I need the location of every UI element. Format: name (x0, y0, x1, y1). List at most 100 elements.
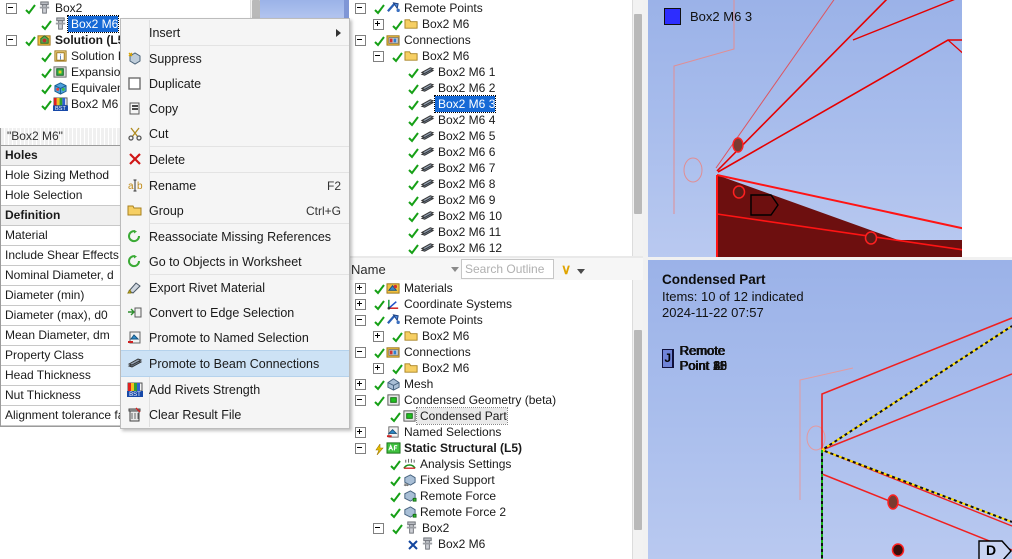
menu-item[interactable]: Go to Objects in Worksheet (121, 249, 349, 274)
expand-toggle[interactable] (373, 18, 384, 30)
tree-row[interactable]: Connections (349, 32, 632, 48)
scrollbar-thumb[interactable] (634, 330, 642, 530)
collapse-toggle[interactable] (355, 2, 366, 14)
collapse-toggle[interactable] (373, 522, 384, 534)
collapse-toggle[interactable] (6, 34, 17, 46)
tree-row[interactable]: Box2 M6 (349, 360, 632, 376)
status-check-icon (41, 19, 52, 31)
tree-row[interactable]: Box2 M6 (349, 536, 632, 552)
connections-icon (386, 33, 401, 47)
menu-item[interactable]: Export Rivet Material (121, 275, 349, 300)
tree-row-label: Box2 M6 12 (438, 241, 503, 255)
tree-row[interactable]: Condensed Part (349, 407, 632, 425)
menu-item-label: Duplicate (149, 76, 202, 91)
tree-row[interactable]: Coordinate Systems (349, 296, 632, 312)
tree-row[interactable]: Box2 M6 (349, 16, 632, 32)
chevron-down-icon[interactable] (451, 266, 459, 272)
tree-row-label: Connections (404, 33, 471, 47)
submenu-arrow-icon[interactable] (336, 29, 341, 37)
tree-row[interactable]: Box2 M6 2 (349, 80, 632, 96)
menu-item[interactable]: BST Add Rivets Strength (121, 377, 349, 402)
tree-row[interactable]: Box2 M6 11 (349, 224, 632, 240)
expand-toggle[interactable] (355, 282, 366, 294)
tree-row[interactable]: Box2 M6 7 (349, 160, 632, 176)
tree-row[interactable]: Box2 M6 1 (349, 64, 632, 80)
condensed-icon (386, 393, 401, 407)
tree-row[interactable]: Box2 M6 (349, 328, 632, 344)
menu-item[interactable]: Insert (121, 20, 349, 45)
menu-item[interactable]: a b Rename F2 (121, 173, 349, 198)
menu-item[interactable]: Promote to Named Selection (121, 325, 349, 350)
collapse-toggle[interactable] (355, 34, 366, 46)
tree-row[interactable]: Box2 (349, 520, 632, 536)
tree-row[interactable]: Remote Points (349, 0, 632, 16)
collapse-toggle[interactable] (355, 394, 366, 406)
menu-item[interactable]: Suppress (121, 46, 349, 71)
expand-toggle[interactable] (373, 330, 384, 342)
menu-item[interactable]: Promote to Beam Connections (121, 350, 349, 377)
status-check-icon (408, 227, 419, 239)
tree-row[interactable]: Remote Force (349, 488, 632, 504)
expand-toggle[interactable] (355, 298, 366, 310)
tree-row[interactable]: Box2 M6 5 (349, 128, 632, 144)
tree-row[interactable]: Condensed Geometry (beta) (349, 392, 632, 408)
scrollbar-thumb[interactable] (634, 14, 642, 214)
menu-item[interactable]: Convert to Edge Selection (121, 300, 349, 325)
annotation-item[interactable]: J Remote Point 20 (662, 343, 733, 373)
tree-row[interactable]: Box2 M6 10 (349, 208, 632, 224)
project-outline-tree[interactable]: Materials Coordinate Systems Remote Points… (349, 280, 632, 559)
collapse-toggle[interactable] (373, 50, 384, 62)
tree-row[interactable]: Remote Force 2 (349, 504, 632, 520)
tree-row[interactable]: Box2 M6 12 (349, 240, 632, 256)
tree-row[interactable]: Box2 M6 3 (349, 95, 632, 113)
menu-item[interactable]: Clear Result File (121, 402, 349, 427)
folder-icon (404, 361, 419, 375)
collapse-toggle[interactable] (6, 2, 17, 14)
tree-row[interactable]: Box2 (0, 0, 255, 16)
context-menu[interactable]: Insert Suppress Duplicate Copy Cut Delete a b Re… (120, 18, 350, 429)
menu-item[interactable]: Copy (121, 96, 349, 121)
outline-name-column-label[interactable]: Name (349, 260, 447, 279)
menu-item-label: Rename (149, 178, 197, 193)
tree-row[interactable]: Connections (349, 344, 632, 360)
tree-row[interactable]: Materials (349, 280, 632, 296)
tree-row[interactable]: Box2 M6 9 (349, 192, 632, 208)
top-viewport-legend: Box2 M6 3 (664, 8, 752, 25)
tree-row-label: Materials (404, 281, 453, 295)
tree-row[interactable]: Remote Points (349, 312, 632, 328)
annotation-key-badge: J (662, 348, 674, 368)
tree-row[interactable]: Analysis Settings (349, 456, 632, 472)
viewport-tag-marker[interactable]: D (978, 540, 1012, 559)
tree-row-label: Remote Points (404, 313, 483, 327)
menu-item[interactable]: Delete (121, 147, 349, 172)
expand-toggle[interactable] (355, 378, 366, 390)
search-outline-input[interactable]: Search Outline (461, 259, 554, 279)
tree-row[interactable]: Box2 M6 4 (349, 112, 632, 128)
menu-item[interactable]: Group Ctrl+G (121, 198, 349, 223)
tree-row[interactable]: Mesh (349, 376, 632, 392)
collapse-toggle[interactable] (355, 346, 366, 358)
tree-row-label: Analysis Settings (420, 457, 512, 471)
analysis-settings-icon (402, 457, 417, 471)
chevron-expand-icon[interactable]: ∨ (561, 261, 571, 278)
collapse-toggle[interactable] (355, 442, 366, 454)
tree-row[interactable]: Static Structural (L5) (349, 440, 632, 456)
status-check-icon (408, 131, 419, 143)
menu-item-label: Cut (149, 126, 169, 141)
expand-toggle[interactable] (355, 426, 366, 438)
outline-toolbar[interactable]: Name Search Outline ∨ (349, 258, 643, 281)
bottom-3d-viewport[interactable]: Condensed Part Items: 10 of 12 indicated… (648, 260, 1012, 559)
expand-toggle[interactable] (373, 362, 384, 374)
menu-item[interactable]: Cut (121, 121, 349, 146)
menu-item[interactable]: Duplicate (121, 71, 349, 96)
top-3d-viewport[interactable]: Box2 M6 3 (648, 0, 1012, 257)
collapse-toggle[interactable] (355, 314, 366, 326)
dropdown-arrow-icon[interactable] (577, 268, 586, 274)
tree-row[interactable]: Fixed Support (349, 472, 632, 488)
tree-row[interactable]: Named Selections (349, 424, 632, 440)
connections-outline-tree[interactable]: Remote Points Box2 M6 Connections Box2 M6 Bo… (349, 0, 632, 256)
tree-row[interactable]: Box2 M6 8 (349, 176, 632, 192)
menu-item[interactable]: Reassociate Missing References (121, 224, 349, 249)
tree-row[interactable]: Box2 M6 6 (349, 144, 632, 160)
tree-row[interactable]: Box2 M6 (349, 48, 632, 64)
